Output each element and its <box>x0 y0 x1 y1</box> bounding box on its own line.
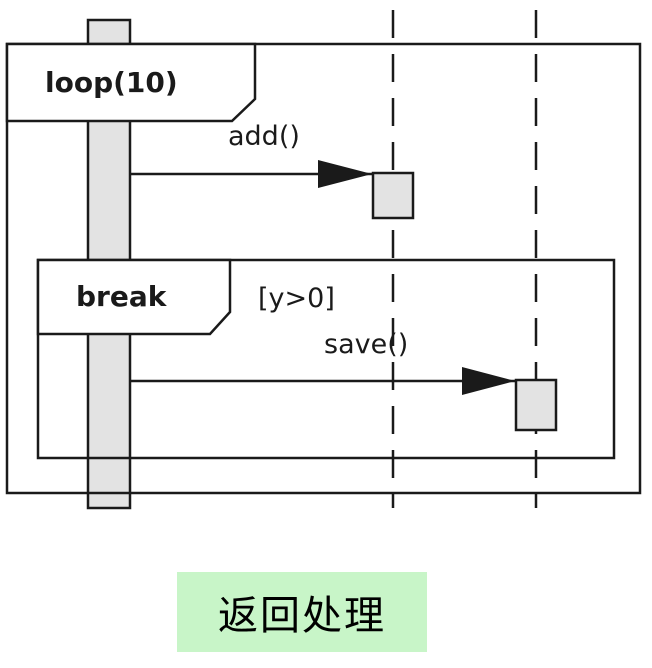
message-add: add() <box>130 121 372 188</box>
loop-frame-label: loop(10) <box>45 66 178 99</box>
caption-box: 返回处理 <box>177 572 427 652</box>
message-add-arrowhead <box>318 160 372 188</box>
break-guard: [y>0] <box>258 283 335 314</box>
break-frame-label: break <box>76 280 168 313</box>
message-save-label: save() <box>324 329 408 360</box>
message-add-label: add() <box>228 121 300 152</box>
message-save-arrowhead <box>462 367 515 395</box>
caption-text: 返回处理 <box>218 593 386 639</box>
sequence-diagram: loop(10) add() break [y>0] save() <box>5 10 642 510</box>
lifeline-2-activation <box>371 171 415 220</box>
lifeline-3-activation <box>514 378 558 432</box>
message-save: save() <box>130 329 515 395</box>
